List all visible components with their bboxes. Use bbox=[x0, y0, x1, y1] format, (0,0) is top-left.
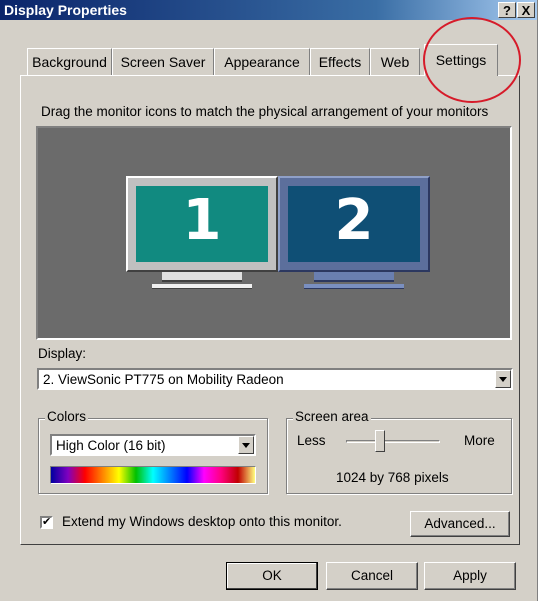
colors-group-label: Colors bbox=[45, 409, 89, 424]
chevron-down-icon[interactable] bbox=[238, 436, 254, 454]
monitor-2-base bbox=[304, 284, 404, 289]
extend-desktop-label[interactable]: Extend my Windows desktop onto this moni… bbox=[62, 514, 342, 529]
display-properties-window: Display Properties ? X Background Screen… bbox=[0, 0, 538, 601]
screen-area-slider-track[interactable] bbox=[346, 440, 440, 443]
advanced-button-label: Advanced... bbox=[424, 516, 496, 531]
chevron-down-icon[interactable] bbox=[495, 370, 511, 388]
colors-select[interactable]: High Color (16 bit) bbox=[50, 434, 256, 456]
display-select-value: 2. ViewSonic PT775 on Mobility Radeon bbox=[43, 372, 284, 387]
tab-settings[interactable]: Settings bbox=[424, 44, 498, 76]
close-button[interactable]: X bbox=[517, 2, 535, 18]
monitor-2-number: 2 bbox=[334, 188, 374, 253]
help-button[interactable]: ? bbox=[498, 2, 516, 18]
color-spectrum-bar bbox=[50, 466, 256, 484]
apply-button[interactable]: Apply bbox=[424, 562, 516, 590]
display-label: Display: bbox=[38, 346, 87, 361]
tab-web[interactable]: Web bbox=[370, 48, 420, 75]
more-label: More bbox=[464, 433, 495, 448]
less-label: Less bbox=[297, 433, 326, 448]
monitor-1-stand bbox=[162, 272, 242, 282]
ok-button[interactable]: OK bbox=[226, 562, 318, 590]
monitor-arrangement-area[interactable]: 1 2 bbox=[36, 126, 512, 340]
tab-background[interactable]: Background bbox=[27, 48, 112, 75]
display-select[interactable]: 2. ViewSonic PT775 on Mobility Radeon bbox=[37, 368, 513, 390]
screen-area-group-label: Screen area bbox=[293, 409, 371, 424]
advanced-button[interactable]: Advanced... bbox=[410, 511, 510, 537]
monitor-2-stand bbox=[314, 272, 394, 282]
monitor-1-number: 1 bbox=[182, 188, 222, 253]
cancel-button[interactable]: Cancel bbox=[326, 562, 418, 590]
extend-desktop-checkbox[interactable]: ✔ bbox=[40, 516, 53, 529]
instructions-text: Drag the monitor icons to match the phys… bbox=[41, 104, 489, 119]
tab-effects[interactable]: Effects bbox=[310, 48, 370, 75]
colors-select-value: High Color (16 bit) bbox=[56, 438, 166, 453]
apply-button-label: Apply bbox=[453, 568, 487, 583]
cancel-button-label: Cancel bbox=[350, 568, 394, 583]
title-bar[interactable]: Display Properties ? X bbox=[0, 0, 537, 20]
monitor-1-base bbox=[152, 284, 252, 289]
monitor-2[interactable]: 2 bbox=[278, 176, 430, 292]
tab-screen-saver[interactable]: Screen Saver bbox=[112, 48, 214, 75]
screen-area-slider-thumb[interactable] bbox=[375, 430, 386, 452]
tab-appearance[interactable]: Appearance bbox=[214, 48, 310, 75]
ok-button-label: OK bbox=[262, 568, 282, 583]
monitor-1[interactable]: 1 bbox=[126, 176, 278, 292]
resolution-text: 1024 by 768 pixels bbox=[336, 470, 449, 485]
window-title: Display Properties bbox=[4, 2, 127, 18]
